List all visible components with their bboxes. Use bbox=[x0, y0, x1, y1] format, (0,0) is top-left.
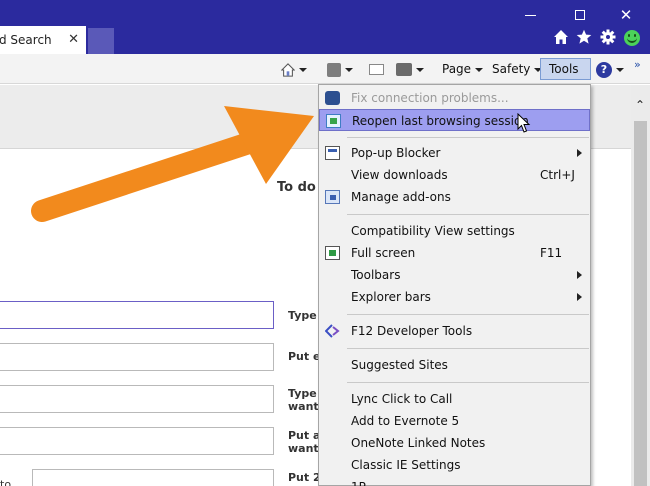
menu-item-manage-addons[interactable]: Manage add-ons bbox=[319, 186, 590, 208]
menu-item-label: Lync Click to Call bbox=[351, 392, 453, 406]
print-button[interactable] bbox=[396, 58, 434, 80]
command-bar: Page Safety Tools ? » bbox=[0, 54, 650, 92]
menu-item-partial[interactable]: 1P... bbox=[319, 476, 590, 486]
mail-icon bbox=[369, 64, 384, 75]
submenu-arrow-icon bbox=[577, 293, 582, 301]
help-menu-button[interactable]: ? bbox=[596, 58, 626, 80]
text-field-3[interactable] bbox=[0, 385, 274, 413]
mouse-cursor-icon bbox=[517, 113, 531, 133]
popup-blocker-icon bbox=[325, 146, 340, 160]
menu-item-popup-blocker[interactable]: Pop-up Blocker bbox=[319, 142, 590, 164]
chevron-down-icon bbox=[345, 67, 353, 72]
menu-item-label: Classic IE Settings bbox=[351, 458, 461, 472]
menu-item-label: Full screen bbox=[351, 246, 416, 260]
chevron-down-icon bbox=[616, 67, 624, 72]
home-icon[interactable] bbox=[553, 29, 569, 45]
home-button[interactable] bbox=[281, 58, 319, 80]
minimize-icon[interactable] bbox=[521, 6, 539, 16]
menu-item-label: Explorer bars bbox=[351, 290, 431, 304]
text-field-4[interactable] bbox=[0, 427, 274, 455]
menu-item-label: Reopen last browsing session bbox=[352, 114, 529, 128]
house-icon bbox=[281, 62, 295, 77]
menu-item-label: Pop-up Blocker bbox=[351, 146, 441, 160]
menu-item-suggested-sites[interactable]: Suggested Sites bbox=[319, 354, 590, 376]
annotation-arrow-icon bbox=[31, 106, 314, 222]
tab-title: d Search bbox=[0, 33, 52, 47]
menu-item-label: OneNote Linked Notes bbox=[351, 436, 486, 450]
safety-menu-button[interactable]: Safety bbox=[492, 58, 543, 80]
menu-item-evernote[interactable]: Add to Evernote 5 bbox=[319, 410, 590, 432]
menu-item-fix-connection[interactable]: Fix connection problems... bbox=[319, 87, 590, 109]
menu-item-lync[interactable]: Lync Click to Call bbox=[319, 388, 590, 410]
menu-separator bbox=[347, 348, 589, 349]
menu-item-explorer-bars[interactable]: Explorer bars bbox=[319, 286, 590, 308]
more-commands-button[interactable]: » bbox=[634, 54, 641, 76]
tools-menu-button[interactable]: Tools bbox=[540, 58, 591, 92]
fix-connection-icon bbox=[325, 91, 340, 105]
field-hint: Put a bbox=[288, 429, 321, 442]
developer-tools-icon bbox=[325, 324, 340, 338]
reopen-session-icon bbox=[326, 114, 341, 128]
menu-item-developer-tools[interactable]: F12 Developer Tools bbox=[319, 320, 590, 342]
submenu-arrow-icon bbox=[577, 149, 582, 157]
addons-icon bbox=[325, 190, 340, 204]
read-mail-button[interactable] bbox=[369, 58, 387, 80]
scroll-up-icon[interactable]: ⌃ bbox=[635, 98, 645, 112]
menu-item-label: Toolbars bbox=[351, 268, 401, 282]
safety-menu-label: Safety bbox=[492, 62, 531, 76]
submenu-arrow-icon bbox=[577, 271, 582, 279]
menu-separator bbox=[347, 137, 589, 138]
menu-item-compatibility-view[interactable]: Compatibility View settings bbox=[319, 220, 590, 242]
help-icon: ? bbox=[596, 61, 612, 78]
menu-item-reopen-session[interactable]: Reopen last browsing session bbox=[319, 109, 590, 131]
tools-dropdown-menu: Fix connection problems... Reopen last b… bbox=[318, 84, 591, 486]
title-bar: d Search ✕ ✕ bbox=[0, 0, 650, 54]
text-field-1[interactable] bbox=[0, 301, 274, 329]
feeds-button[interactable] bbox=[327, 58, 361, 80]
vertical-scrollbar[interactable]: ⌃ bbox=[631, 85, 650, 486]
menu-item-onenote[interactable]: OneNote Linked Notes bbox=[319, 432, 590, 454]
fullscreen-icon bbox=[325, 246, 340, 260]
chevron-down-icon bbox=[475, 67, 484, 72]
close-window-icon[interactable]: ✕ bbox=[617, 6, 635, 24]
menu-item-label: Add to Evernote 5 bbox=[351, 414, 460, 428]
tab-close-icon[interactable]: ✕ bbox=[68, 26, 79, 54]
new-tab-button[interactable] bbox=[88, 28, 114, 54]
browser-tab[interactable]: d Search ✕ bbox=[0, 26, 86, 54]
smiley-feedback-icon[interactable] bbox=[624, 30, 640, 46]
menu-item-label: View downloads bbox=[351, 168, 448, 182]
menu-item-shortcut: F11 bbox=[540, 246, 563, 260]
menu-item-label: Compatibility View settings bbox=[351, 224, 515, 238]
printer-icon bbox=[396, 63, 412, 76]
chevron-down-icon bbox=[416, 67, 424, 72]
menu-item-shortcut: Ctrl+J bbox=[540, 168, 575, 182]
menu-separator bbox=[347, 214, 589, 215]
tools-menu-label: Tools bbox=[549, 62, 579, 76]
text-field-5[interactable] bbox=[32, 469, 274, 486]
menu-separator bbox=[347, 314, 589, 315]
maximize-icon[interactable] bbox=[571, 6, 589, 20]
field-hint: Put 2 bbox=[288, 471, 321, 484]
page-menu-label: Page bbox=[442, 62, 472, 76]
menu-item-full-screen[interactable]: Full screen F11 bbox=[319, 242, 590, 264]
menu-item-label: F12 Developer Tools bbox=[351, 324, 473, 338]
text-field-2[interactable] bbox=[0, 343, 274, 371]
favorites-star-icon[interactable] bbox=[576, 29, 592, 45]
field-label: to bbox=[0, 478, 12, 486]
menu-separator bbox=[347, 382, 589, 383]
gear-icon[interactable] bbox=[600, 29, 616, 45]
menu-item-toolbars[interactable]: Toolbars bbox=[319, 264, 590, 286]
rss-feed-icon bbox=[327, 62, 341, 77]
menu-item-view-downloads[interactable]: View downloads Ctrl+J bbox=[319, 164, 590, 186]
menu-item-label: 1P... bbox=[351, 476, 375, 486]
menu-item-label: Suggested Sites bbox=[351, 358, 448, 372]
scroll-thumb[interactable] bbox=[634, 121, 647, 486]
page-menu-button[interactable]: Page bbox=[442, 58, 484, 80]
menu-item-label: Manage add-ons bbox=[351, 190, 451, 204]
menu-item-label: Fix connection problems... bbox=[351, 91, 509, 105]
menu-item-classic-ie-settings[interactable]: Classic IE Settings bbox=[319, 454, 590, 476]
chevron-down-icon bbox=[299, 67, 307, 72]
